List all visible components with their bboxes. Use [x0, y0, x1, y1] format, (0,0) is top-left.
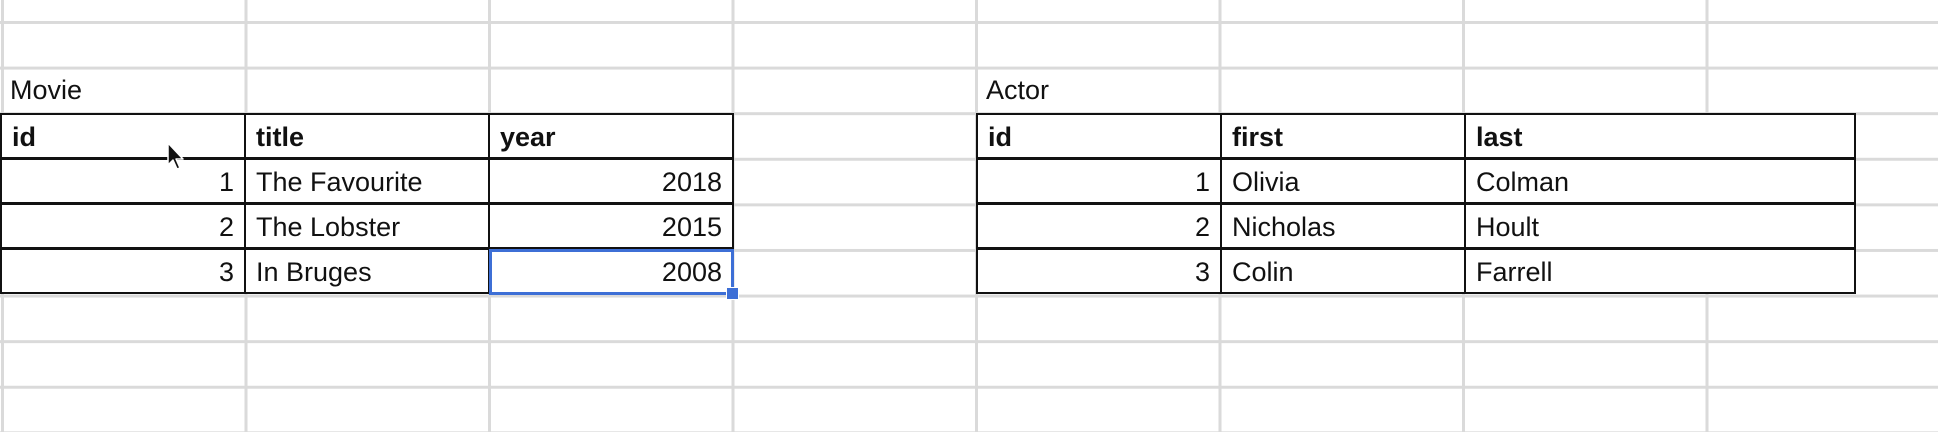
fill-handle[interactable] [726, 287, 739, 300]
mouse-pointer-icon [167, 142, 184, 170]
movie-cell-title[interactable]: In Bruges [244, 248, 490, 294]
actor-header-id[interactable]: id [976, 113, 1222, 159]
movie-cell-year[interactable]: 2015 [488, 203, 734, 249]
actor-header-first[interactable]: first [1220, 113, 1466, 159]
actor-header-last[interactable]: last [1464, 113, 1856, 159]
movie-header-title[interactable]: title [244, 113, 490, 159]
movie-cell-id[interactable]: 3 [0, 248, 246, 294]
actor-cell-last[interactable]: Farrell [1464, 248, 1856, 294]
actor-cell-id[interactable]: 2 [976, 203, 1222, 249]
actor-table-label[interactable]: Actor [976, 68, 1220, 114]
movie-header-id[interactable]: id [0, 113, 246, 159]
actor-cell-first[interactable]: Olivia [1220, 158, 1466, 204]
actor-cell-first[interactable]: Nicholas [1220, 203, 1466, 249]
movie-cell-year[interactable]: 2018 [488, 158, 734, 204]
movie-table-label[interactable]: Movie [0, 68, 244, 114]
movie-cell-title[interactable]: The Lobster [244, 203, 490, 249]
actor-cell-last[interactable]: Hoult [1464, 203, 1856, 249]
movie-cell-title[interactable]: The Favourite [244, 158, 490, 204]
actor-cell-first[interactable]: Colin [1220, 248, 1466, 294]
movie-header-year[interactable]: year [488, 113, 734, 159]
movie-cell-year-selected[interactable]: 2008 [488, 248, 734, 294]
movie-cell-id[interactable]: 1 [0, 158, 246, 204]
actor-cell-id[interactable]: 3 [976, 248, 1222, 294]
actor-cell-id[interactable]: 1 [976, 158, 1222, 204]
actor-cell-last[interactable]: Colman [1464, 158, 1856, 204]
spreadsheet-grid[interactable]: Movie id title year 1 The Favourite 2018… [0, 0, 1938, 432]
movie-cell-id[interactable]: 2 [0, 203, 246, 249]
